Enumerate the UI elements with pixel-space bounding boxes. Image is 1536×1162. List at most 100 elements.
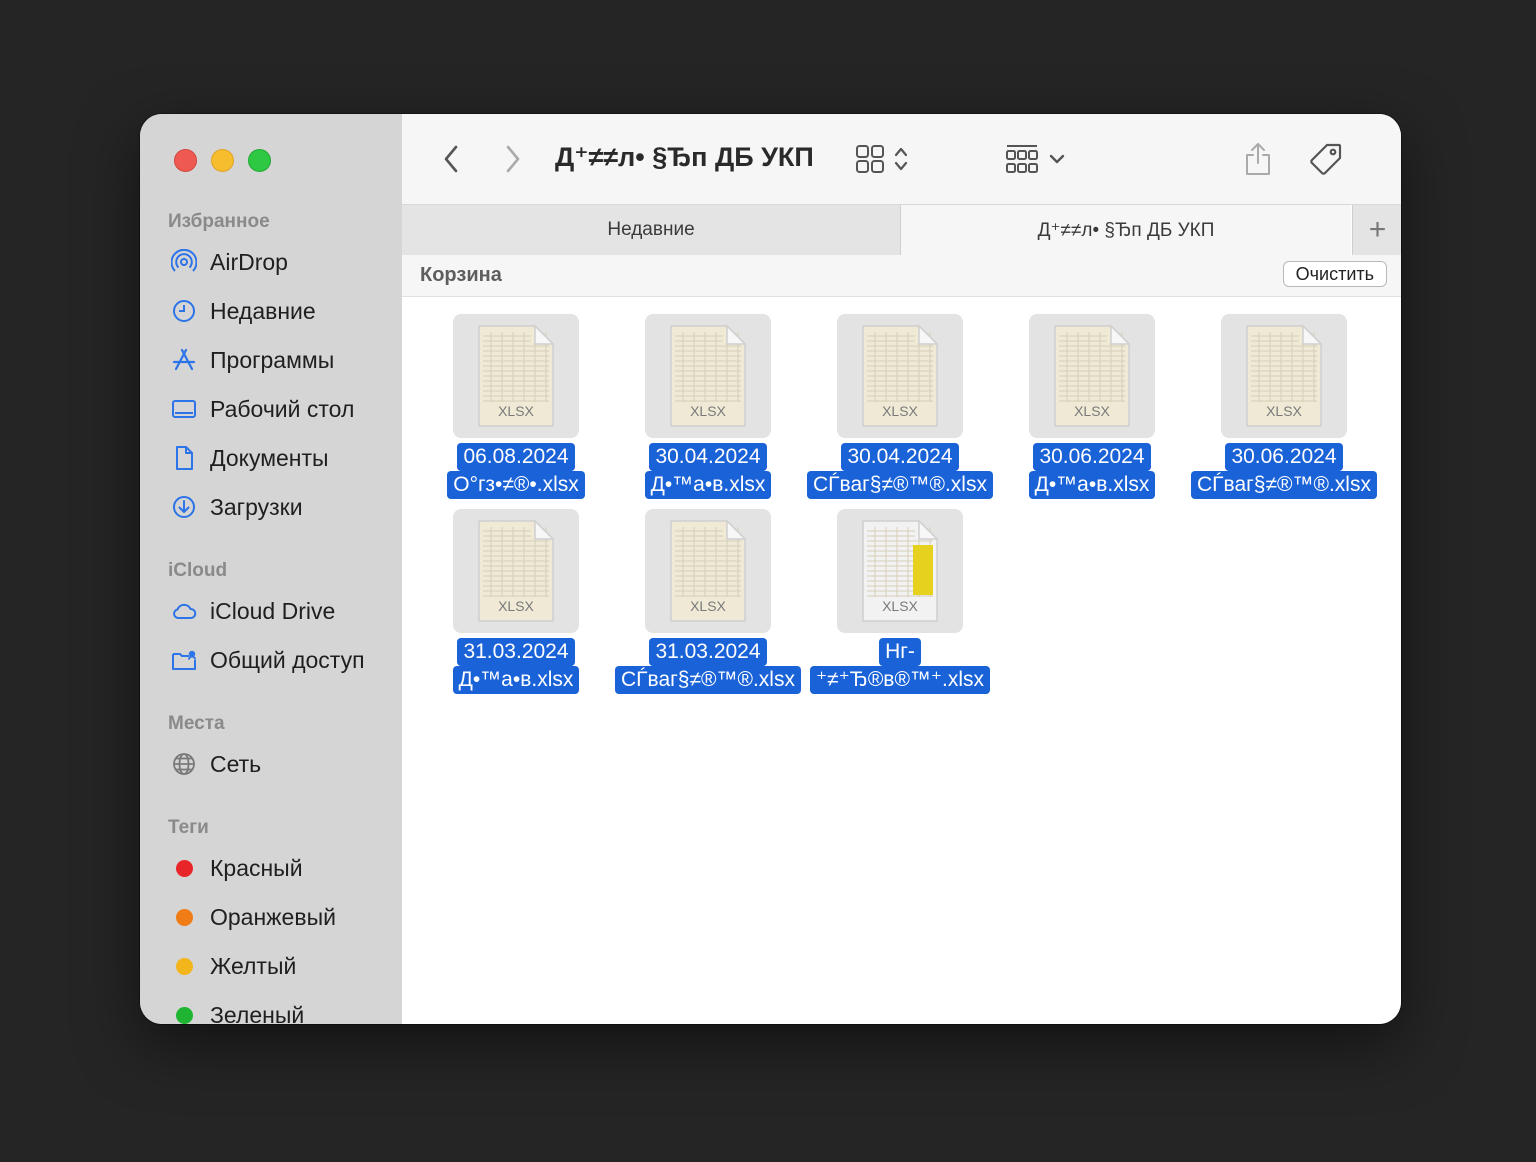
apps-icon <box>170 346 198 374</box>
file-type-badge: XLSX <box>690 598 726 614</box>
group-view-icon <box>1006 145 1038 173</box>
minimize-window-button[interactable] <box>211 149 234 172</box>
file-item[interactable]: XLSX 30.06.2024 Д•™а•в.xlsx <box>992 314 1192 499</box>
sidebar-item-label: Оранжевый <box>210 903 336 930</box>
cloud-icon <box>170 597 198 625</box>
tag-icon <box>1310 143 1342 175</box>
file-thumbnail: XLSX <box>837 314 963 438</box>
maximize-window-button[interactable] <box>248 149 271 172</box>
file-type-badge: XLSX <box>498 403 534 419</box>
sidebar-item-documents[interactable]: Документы <box>170 441 329 475</box>
file-thumbnail: XLSX <box>645 509 771 633</box>
sidebar-tag-green[interactable]: Зеленый <box>170 998 304 1024</box>
sidebar-tag-red[interactable]: Красный <box>170 851 303 885</box>
sidebar-item-label: Рабочий стол <box>210 395 355 422</box>
file-name[interactable]: 30.04.2024 Д•™а•в.xlsx <box>644 443 772 499</box>
file-thumbnail: XLSX <box>1221 314 1347 438</box>
file-item[interactable]: XLSX 30.04.2024 Д•™а•в.xlsx <box>608 314 808 499</box>
tags-button[interactable] <box>1306 140 1346 178</box>
spreadsheet-file-icon: XLSX <box>670 324 747 427</box>
file-item[interactable]: XLSX 31.03.2024 СЃваг§≠®™®.xlsx <box>608 509 808 694</box>
empty-trash-button[interactable]: Очистить <box>1282 261 1387 287</box>
file-name-line2: Д•™а•в.xlsx <box>1028 471 1156 499</box>
sidebar-item-label: Красный <box>210 854 303 881</box>
file-name[interactable]: 31.03.2024 СЃваг§≠®™®.xlsx <box>615 638 801 694</box>
file-name[interactable]: 31.03.2024 Д•™а•в.xlsx <box>452 638 580 694</box>
file-thumbnail: XLSX <box>453 314 579 438</box>
sidebar-item-applications[interactable]: Программы <box>170 343 334 377</box>
file-name-line1: 06.08.2024 <box>457 443 575 471</box>
file-item[interactable]: XLSX 30.04.2024 СЃваг§≠®™®.xlsx <box>800 314 1000 499</box>
file-name-line2: СЃваг§≠®™®.xlsx <box>1191 471 1377 499</box>
forward-button[interactable] <box>498 140 528 178</box>
sidebar-section-icloud: iCloud <box>168 560 228 581</box>
location-title: Корзина <box>420 264 502 286</box>
plus-icon: + <box>1368 213 1387 246</box>
file-type-badge: XLSX <box>882 403 918 419</box>
file-name[interactable]: 30.06.2024 Д•™а•в.xlsx <box>1028 443 1156 499</box>
file-type-badge: XLSX <box>1074 403 1110 419</box>
green-tag-dot-icon <box>175 1006 193 1024</box>
spreadsheet-file-icon: XLSX <box>1054 324 1131 427</box>
group-by-button[interactable] <box>1002 140 1068 178</box>
file-name-line1: Нг- <box>879 638 921 666</box>
chevron-left-icon <box>444 145 458 173</box>
file-name-line2: О°гз•≠®•.xlsx <box>447 471 585 499</box>
location-bar: Корзина Очистить <box>402 255 1401 297</box>
file-name[interactable]: 06.08.2024 О°гз•≠®•.xlsx <box>447 443 585 499</box>
file-item[interactable]: XLSX 30.06.2024 СЃваг§≠®™®.xlsx <box>1184 314 1384 499</box>
sidebar: Избранное AirDrop Недавние Программы Раб… <box>140 114 403 1024</box>
document-icon <box>170 444 198 472</box>
sidebar-tag-orange[interactable]: Оранжевый <box>170 900 336 934</box>
file-type-badge: XLSX <box>690 403 726 419</box>
spreadsheet-file-icon: XLSX <box>478 324 555 427</box>
file-item[interactable]: XLSX 06.08.2024 О°гз•≠®•.xlsx <box>416 314 616 499</box>
sidebar-item-recents[interactable]: Недавние <box>170 294 316 328</box>
sidebar-item-shared[interactable]: Общий доступ <box>170 643 365 677</box>
sidebar-item-desktop[interactable]: Рабочий стол <box>170 392 354 426</box>
file-name-line2: СЃваг§≠®™®.xlsx <box>615 666 801 694</box>
tab-recents[interactable]: Недавние <box>402 205 901 255</box>
finder-window: Избранное AirDrop Недавние Программы Раб… <box>140 114 1401 1024</box>
clock-icon <box>170 297 198 325</box>
sidebar-item-label: Общий доступ <box>210 646 365 673</box>
sidebar-item-label: Недавние <box>210 297 316 324</box>
spreadsheet-file-icon: XLSX <box>670 519 747 622</box>
file-name-line2: Д•™а•в.xlsx <box>452 666 580 694</box>
sidebar-item-label: Зеленый <box>210 1001 305 1025</box>
close-window-button[interactable] <box>174 149 197 172</box>
sidebar-item-label: Желтый <box>210 952 297 979</box>
new-tab-button[interactable]: + <box>1352 205 1401 255</box>
chevron-down-icon <box>1049 154 1065 164</box>
file-name[interactable]: 30.06.2024 СЃваг§≠®™®.xlsx <box>1191 443 1377 499</box>
sidebar-item-label: Документы <box>210 444 329 471</box>
sidebar-item-label: iCloud Drive <box>210 597 336 624</box>
sidebar-item-airdrop[interactable]: AirDrop <box>170 245 288 279</box>
file-type-badge: XLSX <box>1266 403 1302 419</box>
back-button[interactable] <box>436 140 466 178</box>
tab-current-folder[interactable]: Д⁺≠≠л• §Ђп ДБ УКП <box>901 205 1351 255</box>
file-thumbnail: XLSX <box>645 314 771 438</box>
file-type-badge: XLSX <box>498 598 534 614</box>
file-name-line1: 31.03.2024 <box>649 638 767 666</box>
sidebar-item-downloads[interactable]: Загрузки <box>170 490 303 524</box>
globe-icon <box>170 750 198 778</box>
file-name[interactable]: Нг- ⁺≠⁺Ђ®в®™⁺.xlsx <box>809 638 991 694</box>
file-name-line2: ⁺≠⁺Ђ®в®™⁺.xlsx <box>809 666 991 694</box>
file-name-line1: 31.03.2024 <box>457 638 575 666</box>
sidebar-item-icloud-drive[interactable]: iCloud Drive <box>170 594 335 628</box>
sidebar-item-network[interactable]: Сеть <box>170 747 261 781</box>
window-title: Д⁺≠≠л• §Ђп ДБ УКП <box>555 142 814 172</box>
spreadsheet-file-icon: XLSX <box>1246 324 1323 427</box>
file-item[interactable]: XLSX 31.03.2024 Д•™а•в.xlsx <box>416 509 616 694</box>
yellow-tag-dot-icon <box>175 957 193 975</box>
file-item[interactable]: XLSX Нг- ⁺≠⁺Ђ®в®™⁺.xlsx <box>800 509 1000 694</box>
sidebar-tag-yellow[interactable]: Желтый <box>170 949 296 983</box>
file-name-line1: 30.04.2024 <box>841 443 959 471</box>
download-icon <box>170 493 198 521</box>
file-thumbnail: XLSX <box>837 509 963 633</box>
share-button[interactable] <box>1240 140 1276 178</box>
file-name[interactable]: 30.04.2024 СЃваг§≠®™®.xlsx <box>807 443 993 499</box>
desktop-icon <box>170 395 198 423</box>
view-mode-button[interactable] <box>850 140 914 178</box>
